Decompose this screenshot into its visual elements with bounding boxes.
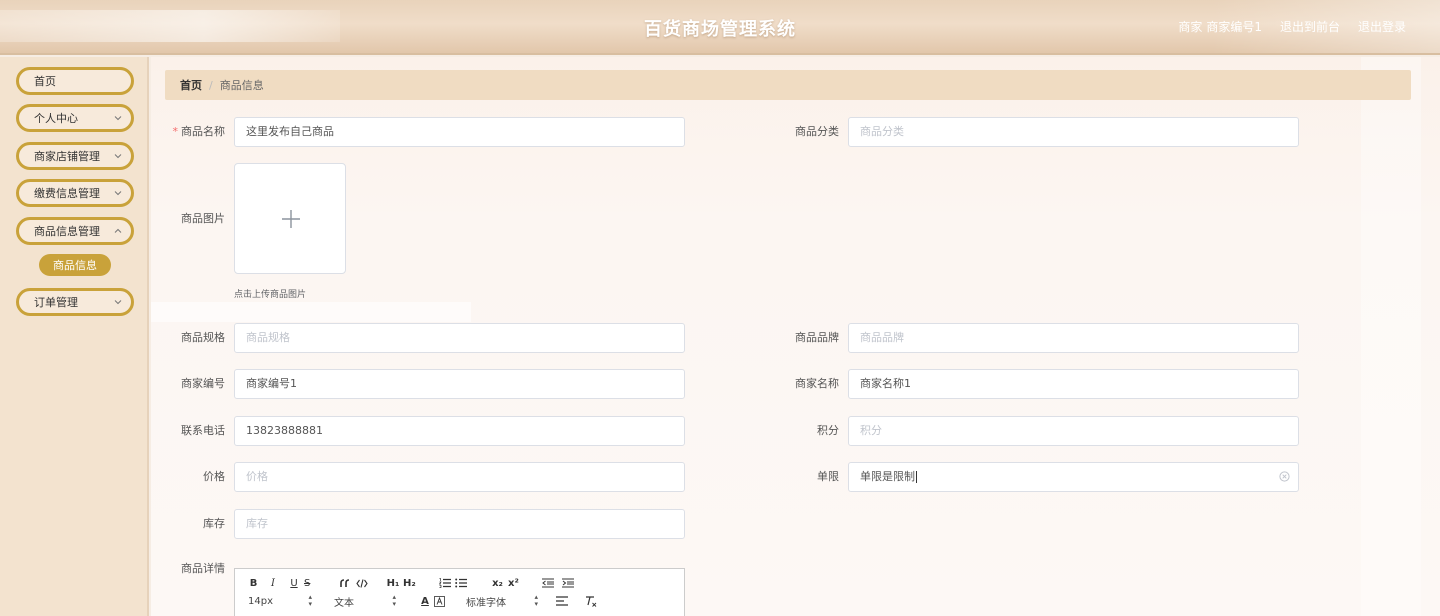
sidebar-item-store-management[interactable]: 商家店铺管理 bbox=[16, 142, 134, 170]
font-family-value: 标准字体 bbox=[466, 597, 506, 609]
block-type-select[interactable]: 文本 ▴ ▾ bbox=[334, 593, 396, 609]
upload-tip: 点击上传商品图片 bbox=[234, 290, 307, 300]
indent-icon[interactable] bbox=[558, 575, 578, 591]
field-label-spec: 商品规格 bbox=[181, 331, 225, 344]
field-label-image: 商品图片 bbox=[181, 212, 225, 225]
back-to-front-link[interactable]: 退出到前台 bbox=[1280, 18, 1340, 35]
breadcrumb: 首页 / 商品信息 bbox=[165, 70, 1411, 100]
category-select[interactable]: 商品分类 bbox=[848, 117, 1299, 147]
field-label-limit: 单限 bbox=[817, 470, 839, 483]
chevron-down-icon bbox=[114, 116, 122, 121]
stock-input[interactable]: 库存 bbox=[234, 509, 685, 539]
name-input[interactable]: 这里发布自己商品 bbox=[234, 117, 685, 147]
field-label-points: 积分 bbox=[817, 424, 839, 437]
points-input[interactable]: 积分 bbox=[848, 416, 1299, 446]
sidebar-item-product-management[interactable]: 商品信息管理 bbox=[16, 217, 134, 245]
field-label-phone: 联系电话 bbox=[181, 424, 225, 437]
sidebar-item-label: 首页 bbox=[34, 75, 56, 88]
field-label-price: 价格 bbox=[203, 470, 225, 483]
background-decoration bbox=[1361, 57, 1421, 616]
field-label-detail: 商品详情 bbox=[181, 562, 225, 575]
required-asterisk: * bbox=[172, 125, 179, 138]
sidebar-item-label: 缴费信息管理 bbox=[34, 187, 100, 200]
rich-text-editor[interactable]: B I U S H₁ H₂ x₂ x² 14px ▴ ▾ 文本 ▴ ▾ A 标准… bbox=[234, 568, 685, 616]
sidebar-subitem-product-info[interactable]: 商品信息 bbox=[39, 254, 111, 276]
field-label-category: 商品分类 bbox=[795, 125, 839, 138]
sidebar-item-label: 个人中心 bbox=[34, 112, 78, 125]
font-family-select[interactable]: 标准字体 ▴ ▾ bbox=[466, 593, 538, 609]
font-color-button[interactable]: A bbox=[416, 593, 434, 609]
field-label-brand: 商品品牌 bbox=[795, 331, 839, 344]
breadcrumb-home[interactable]: 首页 bbox=[180, 77, 202, 93]
sidebar-item-payment-management[interactable]: 缴费信息管理 bbox=[16, 179, 134, 207]
sidebar-item-label: 商品信息管理 bbox=[34, 225, 100, 238]
main-content: 首页 / 商品信息 * 商品名称 这里发布自己商品 商品分类 商品分类 商品图片 … bbox=[151, 57, 1440, 616]
heading1-button[interactable]: H₁ bbox=[383, 575, 403, 591]
field-label-merchant-name: 商家名称 bbox=[795, 377, 839, 390]
bold-button[interactable]: B bbox=[245, 575, 262, 591]
italic-button[interactable]: I bbox=[262, 575, 284, 591]
clear-format-icon[interactable] bbox=[584, 593, 598, 609]
sidebar-item-personal-center[interactable]: 个人中心 bbox=[16, 104, 134, 132]
limit-input-value: 单限是限制 bbox=[860, 470, 915, 483]
background-decoration bbox=[151, 302, 471, 322]
font-size-value: 14px bbox=[248, 595, 273, 607]
brand-input[interactable]: 商品品牌 bbox=[848, 323, 1299, 353]
header-user-area: 商家 商家编号1 退出到前台 退出登录 bbox=[1178, 18, 1406, 35]
chevron-down-icon bbox=[114, 300, 122, 305]
merchant-no-input[interactable]: 商家编号1 bbox=[234, 369, 685, 399]
limit-input[interactable]: 单限是限制 bbox=[848, 462, 1299, 492]
phone-input[interactable]: 13823888881 bbox=[234, 416, 685, 446]
breadcrumb-current: 商品信息 bbox=[219, 79, 264, 92]
editor-toolbar-row: B I U S H₁ H₂ x₂ x² bbox=[245, 574, 578, 592]
heading2-button[interactable]: H₂ bbox=[403, 575, 435, 591]
label-text: 商品名称 bbox=[181, 125, 225, 138]
top-header: 百货商场管理系统 商家 商家编号1 退出到前台 退出登录 bbox=[0, 0, 1440, 55]
select-arrows-icon: ▴ ▾ bbox=[308, 593, 312, 608]
user-role: 商家 bbox=[1178, 20, 1203, 34]
sidebar-item-label: 商家店铺管理 bbox=[34, 150, 100, 163]
block-type-value: 文本 bbox=[334, 597, 354, 609]
underline-button[interactable]: U bbox=[284, 575, 304, 591]
field-label-name: * 商品名称 bbox=[155, 117, 226, 147]
superscript-button[interactable]: x² bbox=[508, 575, 537, 591]
logout-link[interactable]: 退出登录 bbox=[1358, 18, 1406, 35]
outdent-icon[interactable] bbox=[537, 575, 558, 591]
sidebar-item-home[interactable]: 首页 bbox=[16, 67, 134, 95]
chevron-up-icon bbox=[114, 228, 122, 233]
spec-input[interactable]: 商品规格 bbox=[234, 323, 685, 353]
chevron-down-icon bbox=[114, 154, 122, 159]
editor-toolbar-row: 14px ▴ ▾ 文本 ▴ ▾ A 标准字体 ▴ ▾ bbox=[248, 592, 598, 610]
select-arrows-icon: ▴ ▾ bbox=[534, 593, 538, 608]
quote-icon[interactable] bbox=[334, 575, 356, 591]
align-icon[interactable] bbox=[556, 593, 584, 609]
user-name: 商家编号1 bbox=[1206, 20, 1262, 34]
field-label-merchant-no: 商家编号 bbox=[181, 377, 225, 390]
bullet-list-icon[interactable] bbox=[455, 575, 487, 591]
subscript-button[interactable]: x₂ bbox=[487, 575, 508, 591]
merchant-name-input[interactable]: 商家名称1 bbox=[848, 369, 1299, 399]
current-user: 商家 商家编号1 bbox=[1178, 18, 1262, 35]
image-upload-button[interactable] bbox=[234, 163, 346, 274]
price-input[interactable]: 价格 bbox=[234, 462, 685, 492]
breadcrumb-separator: / bbox=[209, 78, 213, 92]
plus-icon bbox=[282, 210, 300, 228]
sidebar: 首页 个人中心 商家店铺管理 缴费信息管理 商品信息管理 商品信息 订单管理 bbox=[0, 57, 149, 616]
background-color-icon[interactable] bbox=[434, 593, 466, 609]
strike-button[interactable]: S bbox=[304, 575, 334, 591]
sidebar-item-order-management[interactable]: 订单管理 bbox=[16, 288, 134, 316]
sidebar-item-label: 订单管理 bbox=[34, 296, 78, 309]
clear-circle-icon[interactable] bbox=[1279, 471, 1290, 482]
select-arrows-icon: ▴ ▾ bbox=[392, 593, 396, 608]
code-icon[interactable] bbox=[356, 575, 383, 591]
text-cursor bbox=[916, 471, 917, 483]
field-label-stock: 库存 bbox=[203, 517, 225, 530]
chevron-down-icon bbox=[114, 191, 122, 196]
font-size-select[interactable]: 14px ▴ ▾ bbox=[248, 593, 312, 609]
ordered-list-icon[interactable] bbox=[435, 575, 455, 591]
